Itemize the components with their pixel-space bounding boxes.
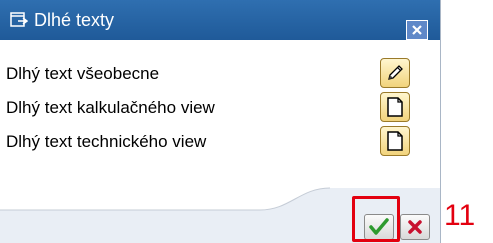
row-general-long-text: Dlhý text všeobecne [0, 58, 440, 90]
document-icon [387, 97, 403, 117]
step-number: 11 [444, 199, 476, 232]
cancel-icon [408, 220, 422, 234]
document-icon [387, 131, 403, 151]
row-technical-view-long-text: Dlhý text technického view [0, 126, 440, 158]
row-costing-view-long-text: Dlhý text kalkulačného view [0, 92, 440, 124]
edit-general-long-text-button[interactable] [380, 58, 410, 88]
dialog-title-icon [10, 12, 29, 28]
pencil-icon [388, 65, 403, 80]
costing-view-long-text-button[interactable] [380, 92, 410, 122]
cancel-button[interactable] [400, 214, 430, 240]
close-icon [412, 25, 422, 35]
dialog-titlebar: Dlhé texty [0, 0, 440, 40]
row-label: Dlhý text všeobecne [6, 64, 160, 83]
confirm-button-highlight [352, 196, 400, 242]
row-label: Dlhý text kalkulačného view [6, 98, 215, 117]
dialog-body: Dlhý text všeobecne Dlhý text kalkulačné… [0, 40, 440, 186]
close-button[interactable] [406, 20, 428, 40]
technical-view-long-text-button[interactable] [380, 126, 410, 156]
dialog-title: Dlhé texty [34, 10, 115, 30]
row-label: Dlhý text technického view [6, 132, 207, 151]
